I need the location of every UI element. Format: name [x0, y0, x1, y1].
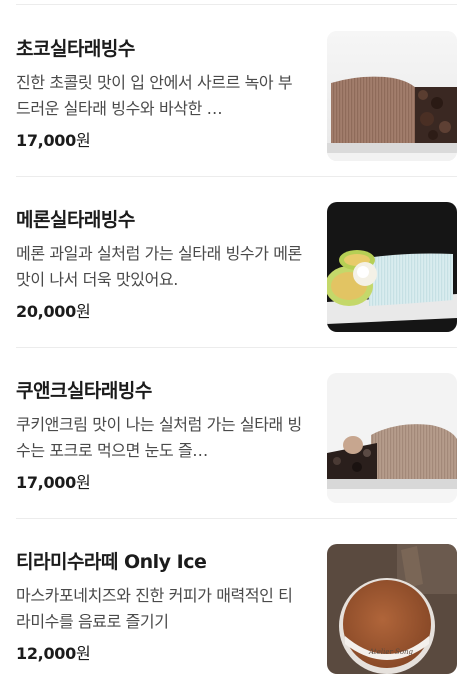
menu-item[interactable]: 메론실타래빙수 메론 과일과 실처럼 가는 실타래 빙수가 메론 맛이 나서 더… [0, 177, 467, 348]
price-value: 20,000 [16, 302, 76, 321]
menu-item[interactable]: 쿠앤크실타래빙수 쿠키앤크림 맛이 나는 실처럼 가는 실타래 빙수는 포크로 … [0, 348, 467, 519]
menu-item[interactable]: 초코실타래빙수 진한 초콜릿 맛이 입 안에서 사르르 녹아 부드러운 실타래 … [0, 6, 467, 177]
image-caption: Atelier Song [368, 648, 414, 656]
menu-item-name: 초코실타래빙수 [16, 38, 135, 60]
price-currency: 원 [75, 644, 91, 663]
menu-item-description: 진한 초콜릿 맛이 입 안에서 사르르 녹아 부드러운 실타래 빙수와 바삭한 … [16, 73, 293, 118]
divider [16, 4, 457, 5]
cookies-cream-bingsu-image [327, 373, 457, 503]
menu-item-price: 17,000원 [16, 127, 91, 151]
menu-item-name: 쿠앤크실타래빙수 [16, 380, 152, 402]
price-value: 17,000 [16, 131, 76, 150]
menu-item[interactable]: 티라미수라떼 Only Ice 마스카포네치즈와 진한 커피가 매력적인 티라미… [0, 519, 467, 687]
choco-bingsu-image [327, 31, 457, 161]
menu-item-description: 마스카포네치즈와 진한 커피가 매력적인 티라미수를 음료로 즐기기 [16, 586, 293, 631]
price-currency: 원 [75, 302, 91, 321]
menu-item-name: 티라미수라떼 Only Ice [16, 551, 207, 573]
menu-item-description: 쿠키앤크림 맛이 나는 실처럼 가는 실타래 빙수는 포크로 먹으면 눈도 즐… [16, 415, 302, 460]
choco-bingsu-photo[interactable] [327, 31, 457, 161]
price-currency: 원 [75, 473, 91, 492]
tiramisu-latte-photo[interactable]: Atelier Song [327, 544, 457, 674]
tiramisu-latte-image: Atelier Song [327, 544, 457, 674]
menu-item-price: 20,000원 [16, 298, 91, 322]
price-value: 17,000 [16, 473, 76, 492]
melon-bingsu-photo[interactable] [327, 202, 457, 332]
menu-item-price: 17,000원 [16, 469, 91, 493]
cookies-cream-bingsu-photo[interactable] [327, 373, 457, 503]
price-currency: 원 [75, 131, 91, 150]
price-value: 12,000 [16, 644, 76, 663]
menu-item-name: 메론실타래빙수 [16, 209, 135, 231]
menu-item-description: 메론 과일과 실처럼 가는 실타래 빙수가 메론 맛이 나서 더욱 맛있어요. [16, 244, 302, 289]
menu-list: 초코실타래빙수 진한 초콜릿 맛이 입 안에서 사르르 녹아 부드러운 실타래 … [0, 0, 467, 687]
menu-item-price: 12,000원 [16, 640, 91, 664]
melon-bingsu-image [327, 202, 457, 332]
